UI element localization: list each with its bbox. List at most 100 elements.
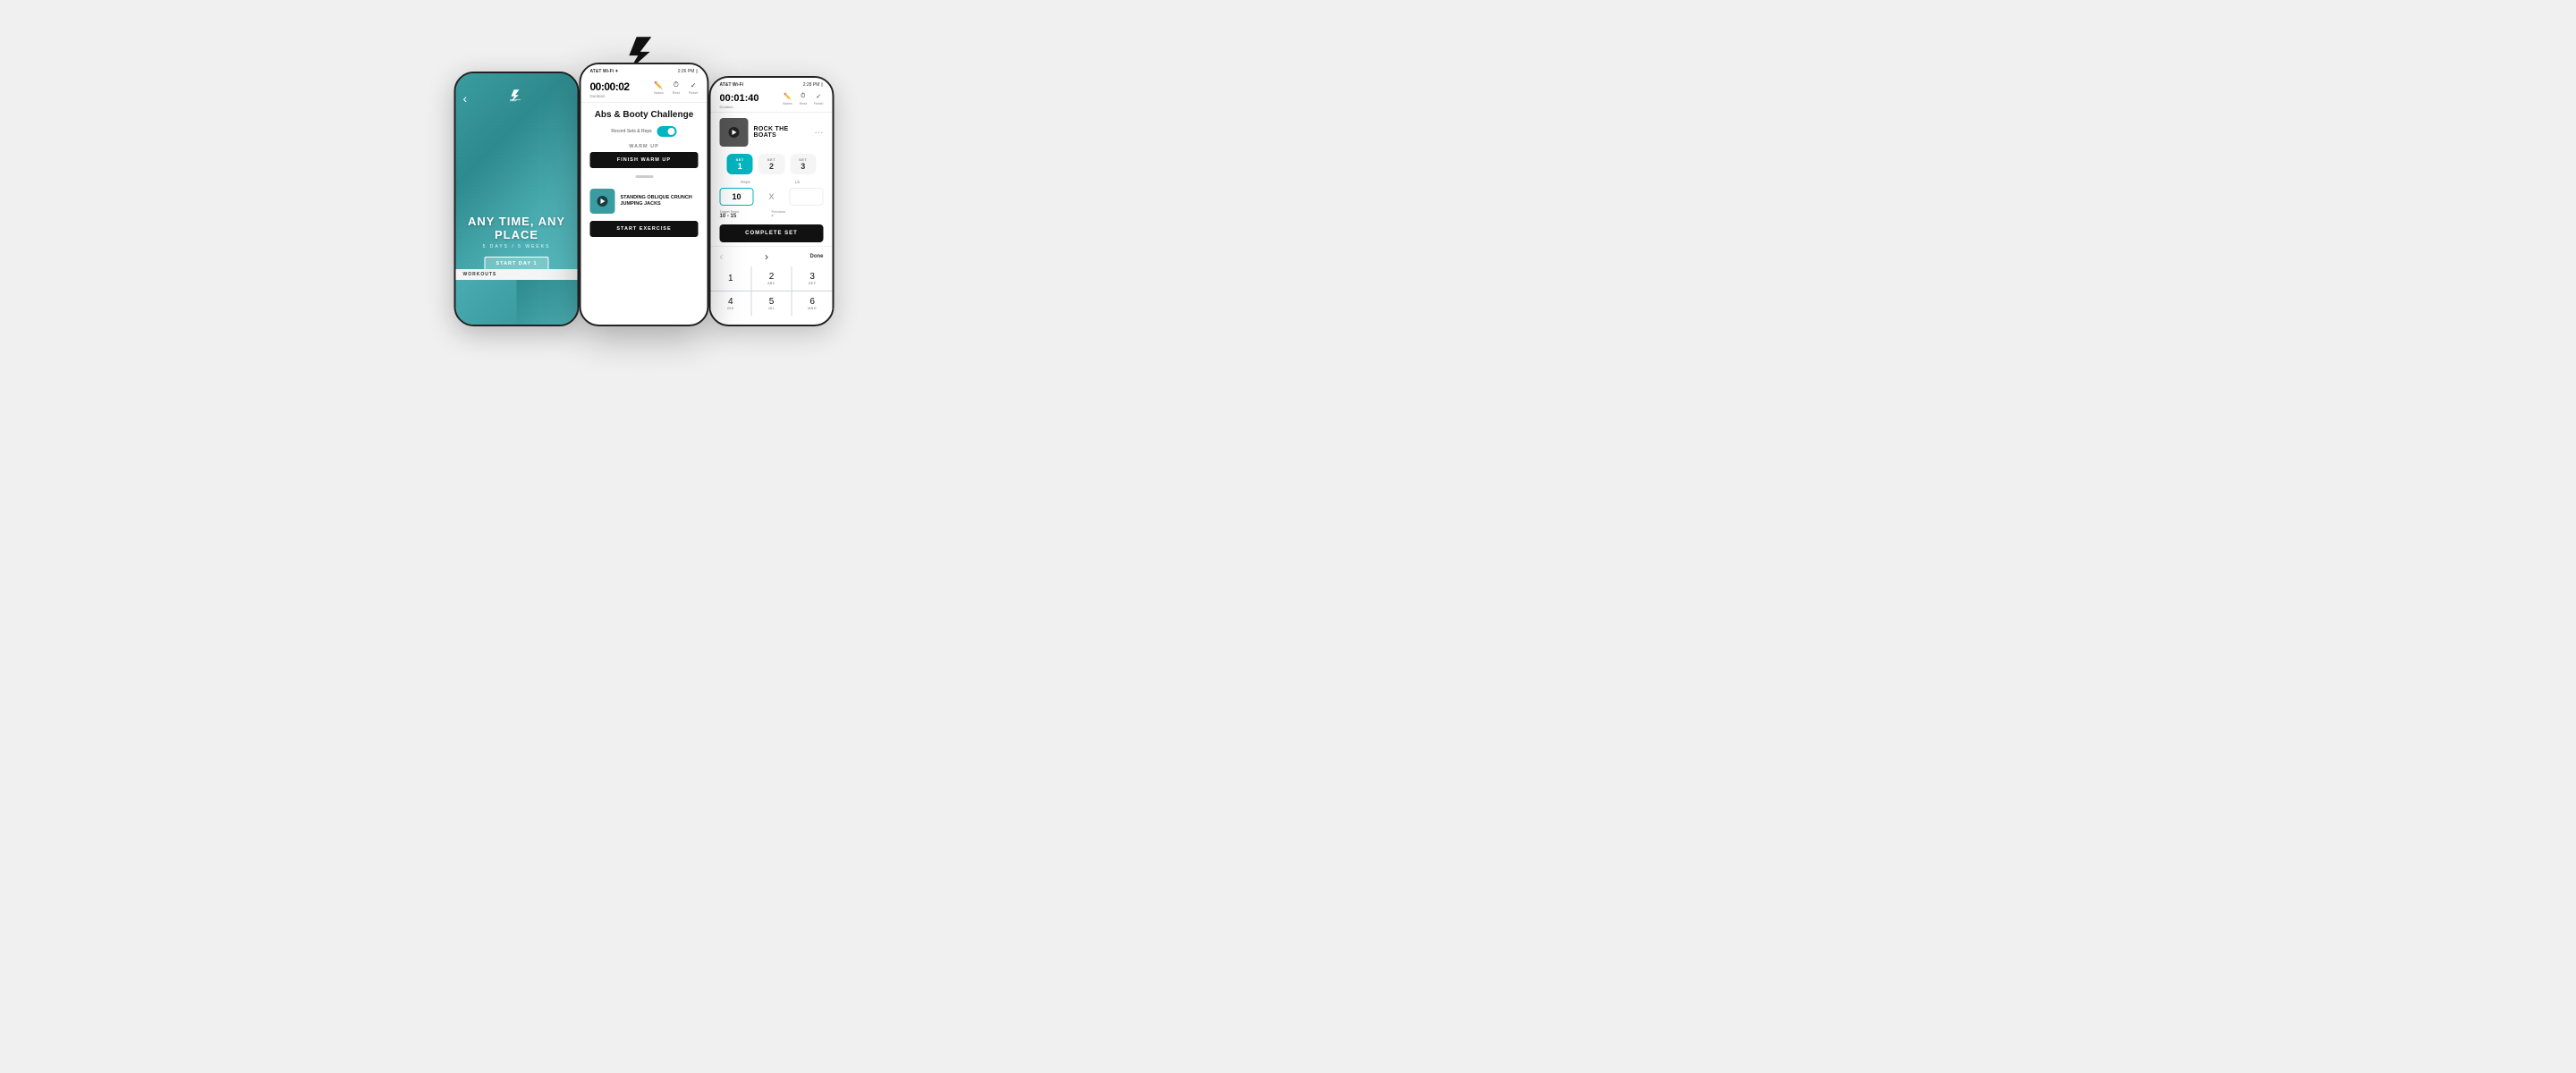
phone3-key-6-num: 6 <box>809 297 815 307</box>
play-button[interactable] <box>597 196 608 207</box>
phone3-multiplier: X <box>761 188 783 206</box>
phone3-x-value: X <box>768 192 774 201</box>
phone2-duration-block: 00:00:02 Duration <box>590 80 630 98</box>
phone3-more-button[interactable]: ··· <box>815 128 824 138</box>
phone3-key-1[interactable]: 1 <box>711 266 751 291</box>
phone3-notes-button[interactable]: ✏️ Notes <box>783 93 792 106</box>
phone2-toggle[interactable] <box>657 126 677 137</box>
phone2-record-row: Record Sets & Reps <box>581 123 708 139</box>
phone3-key-2-num: 2 <box>769 272 775 282</box>
phone3-inputs-row: 10 X <box>711 186 833 207</box>
phone2-divider <box>635 175 653 178</box>
phone3-complete-set-button[interactable]: COMPLETE SET <box>720 224 824 242</box>
phone2-warm-up-label: WARM UP <box>581 139 708 152</box>
phone3-exercise-card: ROCK THE BOATS ··· <box>711 113 833 150</box>
phone3-header-icons: ✏️ Notes ⏱ Rest ✓ Finish <box>783 93 823 106</box>
phone1-gymshark-logo <box>509 89 525 106</box>
phone2-screen: AT&T Wi-Fi ✦ 2:26 PM ▯ 00:00:02 Duration… <box>580 63 709 326</box>
phone3-key-4[interactable]: 4 GHI <box>711 291 751 316</box>
play-triangle-icon <box>601 199 606 204</box>
phone2-finish-button[interactable]: ✓ Finish <box>689 81 699 95</box>
phone3-previous-value: - <box>772 214 824 219</box>
rest-label: Rest <box>673 90 680 95</box>
phone3-target-section: Target Reps 10 - 15 <box>720 209 772 219</box>
phone3-set-tab-1[interactable]: SET 1 <box>727 154 753 174</box>
phone3-set-tab-2[interactable]: SET 2 <box>758 154 784 174</box>
phone3-prev-arrow[interactable]: ‹ <box>720 250 724 263</box>
phone3-finish-button[interactable]: ✓ Finish <box>814 93 824 106</box>
phone2-exercise-row: STANDING OBLIQUE CRUNCHJUMPING JACKS <box>581 185 708 217</box>
phone3-finish-label: Finish <box>814 101 824 106</box>
phone3-nav-row: ‹ › Done <box>711 246 833 266</box>
phone3-set-tab-3[interactable]: SET 3 <box>790 154 816 174</box>
phone3-done-button[interactable]: Done <box>810 254 824 259</box>
clock-icon: ⏱ <box>674 80 679 89</box>
notes-label: Notes <box>654 90 663 95</box>
phone3-clock-icon: ⏱ <box>801 93 805 100</box>
phone3-set-1-num: 1 <box>738 162 742 171</box>
phone2-header: 00:00:02 Duration ✏️ Notes ⏱ Rest ✓ Fini… <box>581 77 708 103</box>
phone1-workout-image-2 <box>517 280 578 325</box>
phone3-keypad: 1 2 ABC 3 DEF 4 GHI 5 JKL 6 MNO <box>711 266 833 316</box>
phone3-previous-section: Previous - <box>772 209 824 219</box>
phone1-hero-subtitle: 5 DAYS / 5 WEEKS <box>456 244 578 249</box>
phone3-lb-input[interactable] <box>790 188 824 206</box>
phone3-sets-row: SET 1 SET 2 SET 3 <box>711 150 833 178</box>
phone1-workouts-label: WORKOUTS <box>456 269 578 280</box>
phone1-screen: AT&T Wi-Fi ✦ 2:26 PM ▯ ‹ ANY TIME, ANY P… <box>454 72 580 326</box>
phone3-duration-value: 00:01:40 <box>720 93 759 104</box>
phone2-finish-warm-up-button[interactable]: FINISH WARM UP <box>590 152 699 168</box>
phone3-key-5-letters: JKL <box>768 307 775 310</box>
phone2-carrier: AT&T Wi-Fi ✦ <box>590 69 619 74</box>
phone3-time: 2:28 PM ▯ <box>803 82 824 88</box>
phone3-carrier: AT&T Wi-Fi <box>720 82 744 88</box>
phone3-key-6-letters: MNO <box>808 307 817 310</box>
phone2-header-icons: ✏️ Notes ⏱ Rest ✓ Finish <box>654 80 698 95</box>
phone3-key-5[interactable]: 5 JKL <box>751 291 792 316</box>
phone2-exercise-thumbnail[interactable] <box>590 189 615 214</box>
phone3-next-arrow[interactable]: › <box>765 250 768 263</box>
phones-container: AT&T Wi-Fi ✦ 2:26 PM ▯ ‹ ANY TIME, ANY P… <box>454 72 835 326</box>
phone1-back-button[interactable]: ‹ <box>463 91 468 107</box>
phone3-screen: AT&T Wi-Fi 2:28 PM ▯ 00:01:40 Duration ✏… <box>709 76 835 326</box>
phone2-duration-value: 00:00:02 <box>590 80 630 93</box>
phone3-notes-label: Notes <box>783 101 792 106</box>
phone3-key-6[interactable]: 6 MNO <box>792 291 833 316</box>
phone2-notes-button[interactable]: ✏️ Notes <box>654 81 663 95</box>
phone3-key-4-num: 4 <box>728 297 733 307</box>
phone3-reps-input[interactable]: 10 <box>720 188 754 206</box>
phone2-rest-button[interactable]: ⏱ Rest <box>673 80 680 95</box>
finish-label: Finish <box>689 90 699 95</box>
phone1-workout-image-1 <box>456 280 517 325</box>
phone3-rest-button[interactable]: ⏱ Rest <box>800 93 807 106</box>
phone3-key-3-num: 3 <box>809 272 815 282</box>
phone3-play-button[interactable] <box>729 127 740 138</box>
phone3-target-reps-value: 10 - 15 <box>720 214 772 219</box>
phone2-start-exercise-button[interactable]: START EXERCISE <box>590 221 699 237</box>
phone3-key-3-letters: DEF <box>809 282 817 285</box>
phone3-lb-label: Lb <box>772 180 824 184</box>
phone3-key-1-num: 1 <box>728 274 733 283</box>
back-arrow-icon: ‹ <box>463 91 468 106</box>
phone1-hero-title: ANY TIME, ANY PLACE <box>456 215 578 241</box>
phone3-status-bar: AT&T Wi-Fi 2:28 PM ▯ <box>711 78 833 90</box>
pencil-icon: ✏️ <box>654 81 663 89</box>
phone3-rest-label: Rest <box>800 101 807 106</box>
phone3-key-3[interactable]: 3 DEF <box>792 266 833 291</box>
phone3-key-4-letters: GHI <box>727 307 734 310</box>
phone3-key-2[interactable]: 2 ABC <box>751 266 792 291</box>
phone1-hero-content: ANY TIME, ANY PLACE 5 DAYS / 5 WEEKS STA… <box>456 215 578 271</box>
phone2-workout-title: Abs & Booty Challenge <box>581 103 708 123</box>
phone2-duration-label: Duration <box>590 94 630 98</box>
phone3-duration-label: Duration <box>720 105 759 109</box>
phone3-reps-value: 10 <box>732 192 741 201</box>
phone3-key-5-num: 5 <box>769 297 775 307</box>
phone3-exercise-thumbnail[interactable] <box>720 118 749 147</box>
phone3-checkmark-icon: ✓ <box>816 93 821 100</box>
phone2-status-bar: AT&T Wi-Fi ✦ 2:26 PM ▯ <box>581 64 708 77</box>
phone3-duration-block: 00:01:40 Duration <box>720 93 759 109</box>
phone2-time: 2:26 PM ▯ <box>678 69 699 74</box>
phone3-header: 00:01:40 Duration ✏️ Notes ⏱ Rest ✓ Fini… <box>711 90 833 113</box>
phone2-record-label: Record Sets & Reps <box>611 129 651 134</box>
phone3-targets-row: Target Reps 10 - 15 Previous - <box>711 207 833 221</box>
